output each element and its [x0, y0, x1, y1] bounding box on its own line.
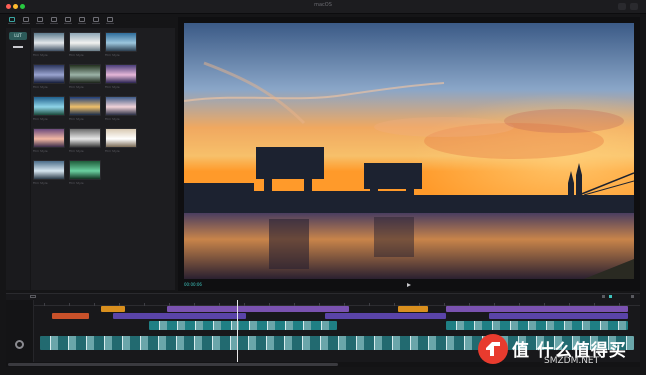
timeline-clip[interactable]	[112, 313, 247, 319]
filter-thumbnail-label: Film Style	[69, 149, 84, 153]
ruler-tick	[144, 303, 145, 306]
filter-thumbnail-label: Film Style	[69, 181, 84, 185]
ruler-tick	[94, 303, 95, 306]
transitions-icon	[79, 17, 85, 22]
timeline-clip[interactable]	[52, 313, 89, 319]
tool-transitions[interactable]	[78, 16, 86, 26]
export-icon[interactable]	[630, 3, 638, 10]
timeline-clip[interactable]	[446, 306, 628, 312]
tool-audio[interactable]	[22, 16, 30, 26]
filter-thumbnail-label: Film Style	[105, 53, 120, 57]
tool-text[interactable]	[36, 16, 44, 26]
scrollbar-thumb[interactable]	[8, 363, 338, 366]
filter-thumbnail-label: Film Style	[33, 53, 48, 57]
ruler-tick	[444, 303, 445, 306]
filter-thumbnail-label: Film Style	[33, 181, 48, 185]
tool-adjust[interactable]	[106, 16, 114, 26]
filter-thumbnail[interactable]	[105, 128, 137, 148]
timeline-clip[interactable]	[324, 313, 447, 319]
timeline-clip[interactable]	[397, 306, 428, 312]
filter-thumbnail[interactable]	[33, 64, 65, 84]
viewer-controls: 00:00:06	[178, 279, 640, 291]
zoom-out-icon[interactable]	[602, 295, 605, 298]
window-title: macOS	[314, 2, 332, 8]
timeline-clip[interactable]	[100, 306, 125, 312]
effects-icon	[65, 17, 71, 22]
filter-thumbnail[interactable]	[69, 32, 101, 52]
filter-thumbnail-label: Film Style	[105, 85, 120, 89]
sidebar-item-lut[interactable]: LUT	[9, 32, 27, 40]
smzdm-logo-icon	[478, 334, 508, 364]
filter-thumbnail[interactable]	[33, 160, 65, 180]
filter-thumbnail-label: Film Style	[69, 117, 84, 121]
filter-thumbnail[interactable]	[105, 96, 137, 116]
media-toolbar	[6, 16, 176, 26]
filter-thumbnail-label: Film Style	[33, 85, 48, 89]
text-icon	[37, 17, 43, 22]
zoom-slider[interactable]	[609, 295, 612, 298]
playhead[interactable]	[237, 300, 238, 362]
ruler-tick	[369, 303, 370, 306]
ruler-tick	[44, 303, 45, 306]
filters-icon	[93, 17, 99, 22]
sidebar-item-2[interactable]	[9, 43, 27, 51]
preview-viewer: 00:00:06	[178, 17, 640, 291]
timecode: 00:00:06	[184, 282, 202, 287]
preview-image	[184, 23, 634, 279]
filter-thumbnail[interactable]	[69, 96, 101, 116]
filter-thumbnail[interactable]	[105, 32, 137, 52]
zoom-in-icon[interactable]	[631, 295, 634, 298]
share-icon[interactable]	[618, 3, 626, 10]
track-header	[6, 300, 34, 362]
filter-thumbnail[interactable]	[33, 32, 65, 52]
filter-thumbnail-label: Film Style	[33, 117, 48, 121]
timeline-clip[interactable]	[446, 321, 628, 330]
tool-filters[interactable]	[92, 16, 100, 26]
watermark-subtext: SMZDM.NET	[544, 356, 600, 366]
gear-icon[interactable]	[15, 340, 24, 349]
filter-thumbnail-label: Film Style	[69, 85, 84, 89]
filter-thumbnail[interactable]	[33, 128, 65, 148]
filter-thumbnail[interactable]	[105, 64, 137, 84]
filter-thumbnail-label: Film Style	[33, 149, 48, 153]
sunset-cityscape-image	[184, 23, 634, 279]
ruler-tick	[394, 303, 395, 306]
media-icon	[9, 17, 15, 22]
timeline-clip[interactable]	[149, 321, 337, 330]
filter-browser: 全部 Film StyleFilm StyleFilm StyleFilm St…	[31, 28, 175, 290]
watermark: 值 什么值得买 SMZDM.NET	[472, 330, 642, 370]
play-icon[interactable]	[407, 283, 411, 287]
category-sidebar: LUT	[6, 28, 30, 290]
filter-thumbnail[interactable]	[33, 96, 65, 116]
filter-thumbnail-label: Film Style	[105, 117, 120, 121]
tool-sticker[interactable]	[50, 16, 58, 26]
audio-icon	[23, 17, 29, 22]
timeline-clip[interactable]	[167, 306, 350, 312]
filter-thumbnail-label: Film Style	[69, 53, 84, 57]
tool-media[interactable]	[8, 16, 16, 26]
split-icon[interactable]	[30, 295, 36, 298]
filter-thumbnail[interactable]	[69, 64, 101, 84]
filter-thumbnail-label: Film Style	[105, 149, 120, 153]
ruler-tick	[69, 303, 70, 306]
filter-thumbnail[interactable]	[69, 128, 101, 148]
video-editor-window: macOS LUT 全部 Film StyleFilm StyleFilm St…	[0, 0, 646, 375]
adjust-icon	[107, 17, 113, 22]
sticker-icon	[51, 17, 57, 22]
title-bar: macOS	[0, 0, 646, 14]
tool-effects[interactable]	[64, 16, 72, 26]
filter-thumbnail[interactable]	[69, 160, 101, 180]
timeline-clip[interactable]	[488, 313, 628, 319]
